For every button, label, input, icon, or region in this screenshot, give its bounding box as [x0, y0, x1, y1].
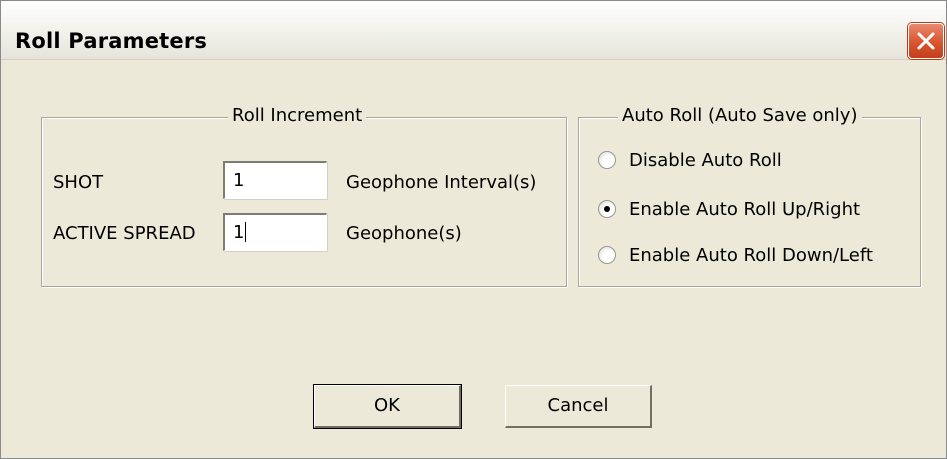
radio-selected-dot — [604, 206, 610, 212]
enable-auto-roll-down-left-radio[interactable] — [598, 246, 616, 264]
close-button[interactable] — [908, 23, 944, 59]
text-caret — [245, 222, 247, 242]
enable-auto-roll-down-left-label[interactable]: Enable Auto Roll Down/Left — [629, 245, 873, 266]
close-icon — [917, 32, 935, 50]
shot-input-value: 1 — [233, 170, 245, 191]
cancel-button[interactable]: Cancel — [505, 385, 652, 428]
shot-input[interactable]: 1 — [223, 161, 327, 199]
window-title: Roll Parameters — [15, 29, 208, 53]
disable-auto-roll-radio[interactable] — [598, 151, 616, 169]
enable-auto-roll-up-right-radio[interactable] — [598, 200, 616, 218]
disable-auto-roll-label[interactable]: Disable Auto Roll — [629, 150, 782, 171]
roll-increment-legend: Roll Increment — [228, 105, 367, 126]
roll-increment-group: Roll Increment — [41, 105, 567, 287]
shot-label: SHOT — [53, 172, 104, 193]
enable-auto-roll-up-right-label[interactable]: Enable Auto Roll Up/Right — [629, 199, 860, 220]
roll-parameters-dialog: Roll Parameters Roll Increment SHOT 1 Ge… — [0, 0, 947, 459]
auto-roll-legend: Auto Roll (Auto Save only) — [618, 105, 862, 126]
active-spread-input-value: 1 — [233, 222, 245, 243]
shot-unit-label: Geophone Interval(s) — [346, 172, 537, 193]
active-spread-unit-label: Geophone(s) — [346, 223, 462, 244]
active-spread-label: ACTIVE SPREAD — [53, 223, 196, 244]
title-bar[interactable]: Roll Parameters — [1, 1, 946, 60]
ok-button[interactable]: OK — [313, 384, 462, 429]
active-spread-input[interactable]: 1 — [223, 213, 327, 251]
